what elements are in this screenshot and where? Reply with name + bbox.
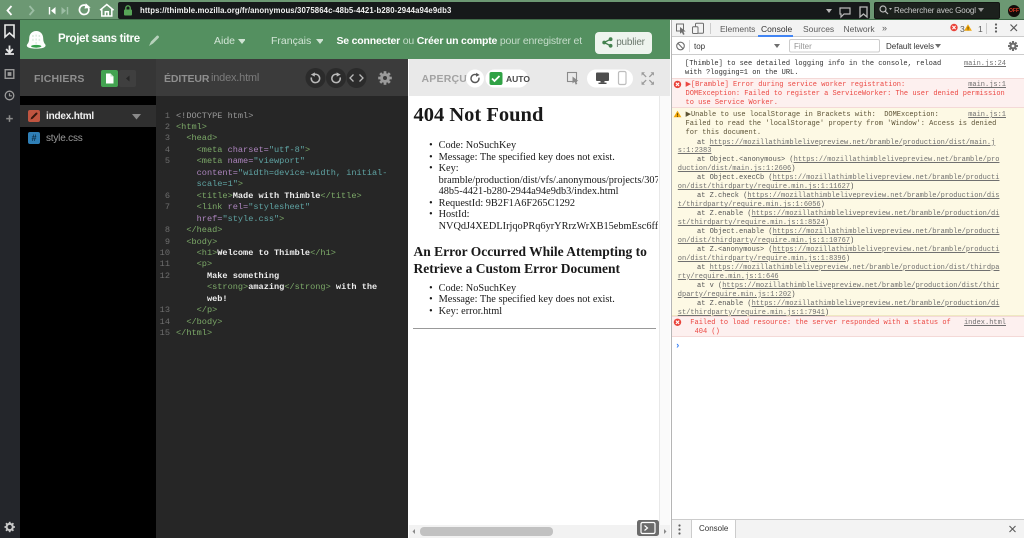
svg-text:AUTO: AUTO [506,74,530,84]
